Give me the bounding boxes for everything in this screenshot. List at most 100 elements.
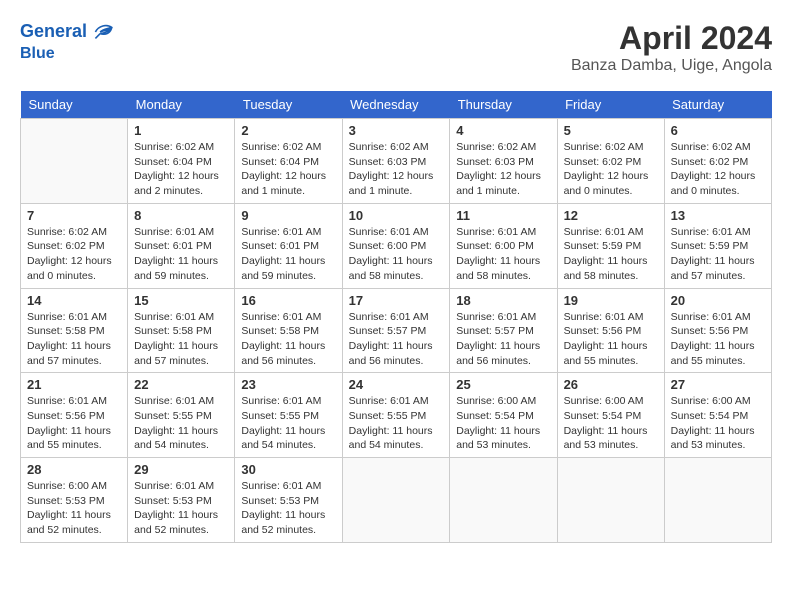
calendar-cell: 16 Sunrise: 6:01 AM Sunset: 5:58 PM Dayli…: [235, 288, 342, 373]
day-info: Sunrise: 6:02 AM Sunset: 6:04 PM Dayligh…: [241, 140, 335, 199]
day-info: Sunrise: 6:01 AM Sunset: 6:01 PM Dayligh…: [134, 225, 228, 284]
logo-text: General: [20, 21, 87, 43]
week-row-4: 21Sunrise: 6:01 AM Sunset: 5:56 PM Dayli…: [21, 373, 772, 458]
day-info: Sunrise: 6:01 AM Sunset: 5:55 PM Dayligh…: [134, 394, 228, 453]
calendar-cell: 17 Sunrise: 6:01 AM Sunset: 5:57 PM Dayli…: [342, 288, 450, 373]
weekday-header-friday: Friday: [557, 91, 664, 119]
week-row-1: 1 Sunrise: 6:02 AM Sunset: 6:04 PM Daylig…: [21, 119, 772, 204]
day-number: 4: [456, 123, 550, 138]
day-info: Sunrise: 6:01 AM Sunset: 5:58 PM Dayligh…: [27, 310, 121, 369]
calendar-cell: 13Sunrise: 6:01 AM Sunset: 5:59 PM Dayli…: [664, 203, 771, 288]
day-number: 27: [671, 377, 765, 392]
calendar-cell: 22 Sunrise: 6:01 AM Sunset: 5:55 PM Dayli…: [128, 373, 235, 458]
day-number: 6: [671, 123, 765, 138]
day-number: 2: [241, 123, 335, 138]
day-number: 15: [134, 293, 228, 308]
day-info: Sunrise: 6:02 AM Sunset: 6:02 PM Dayligh…: [671, 140, 765, 199]
logo-bird-icon: [89, 20, 113, 44]
calendar-cell: 28 Sunrise: 6:00 AM Sunset: 5:53 PM Dayli…: [21, 458, 128, 543]
day-info: Sunrise: 6:01 AM Sunset: 5:56 PM Dayligh…: [671, 310, 765, 369]
calendar-cell: 30Sunrise: 6:01 AM Sunset: 5:53 PM Dayli…: [235, 458, 342, 543]
day-info: Sunrise: 6:02 AM Sunset: 6:03 PM Dayligh…: [456, 140, 550, 199]
day-info: Sunrise: 6:02 AM Sunset: 6:02 PM Dayligh…: [564, 140, 658, 199]
calendar-cell: 5 Sunrise: 6:02 AM Sunset: 6:02 PM Daylig…: [557, 119, 664, 204]
calendar-cell: [21, 119, 128, 204]
calendar-cell: 15 Sunrise: 6:01 AM Sunset: 5:58 PM Dayli…: [128, 288, 235, 373]
day-info: Sunrise: 6:01 AM Sunset: 5:55 PM Dayligh…: [349, 394, 444, 453]
day-info: Sunrise: 6:00 AM Sunset: 5:54 PM Dayligh…: [671, 394, 765, 453]
page-header: General Blue April 2024 Banza Damba, Uig…: [20, 20, 772, 75]
day-number: 21: [27, 377, 121, 392]
day-number: 30: [241, 462, 335, 477]
week-row-3: 14 Sunrise: 6:01 AM Sunset: 5:58 PM Dayli…: [21, 288, 772, 373]
day-number: 3: [349, 123, 444, 138]
month-title: April 2024: [571, 20, 772, 57]
day-number: 19: [564, 293, 658, 308]
calendar-cell: 9 Sunrise: 6:01 AM Sunset: 6:01 PM Daylig…: [235, 203, 342, 288]
day-info: Sunrise: 6:00 AM Sunset: 5:53 PM Dayligh…: [27, 479, 121, 538]
day-number: 20: [671, 293, 765, 308]
day-number: 5: [564, 123, 658, 138]
day-info: Sunrise: 6:01 AM Sunset: 5:58 PM Dayligh…: [134, 310, 228, 369]
day-info: Sunrise: 6:00 AM Sunset: 5:54 PM Dayligh…: [456, 394, 550, 453]
calendar-cell: 20 Sunrise: 6:01 AM Sunset: 5:56 PM Dayli…: [664, 288, 771, 373]
day-info: Sunrise: 6:01 AM Sunset: 5:56 PM Dayligh…: [564, 310, 658, 369]
day-number: 11: [456, 208, 550, 223]
day-info: Sunrise: 6:01 AM Sunset: 5:57 PM Dayligh…: [456, 310, 550, 369]
weekday-header-tuesday: Tuesday: [235, 91, 342, 119]
calendar-table: SundayMondayTuesdayWednesdayThursdayFrid…: [20, 91, 772, 543]
calendar-cell: 11 Sunrise: 6:01 AM Sunset: 6:00 PM Dayli…: [450, 203, 557, 288]
calendar-cell: 25 Sunrise: 6:00 AM Sunset: 5:54 PM Dayli…: [450, 373, 557, 458]
calendar-cell: 10Sunrise: 6:01 AM Sunset: 6:00 PM Dayli…: [342, 203, 450, 288]
day-number: 25: [456, 377, 550, 392]
day-number: 1: [134, 123, 228, 138]
day-info: Sunrise: 6:02 AM Sunset: 6:03 PM Dayligh…: [349, 140, 444, 199]
weekday-header-sunday: Sunday: [21, 91, 128, 119]
day-number: 16: [241, 293, 335, 308]
calendar-cell: [342, 458, 450, 543]
day-number: 23: [241, 377, 335, 392]
location-title: Banza Damba, Uige, Angola: [571, 57, 772, 75]
calendar-cell: 26Sunrise: 6:00 AM Sunset: 5:54 PM Dayli…: [557, 373, 664, 458]
calendar-cell: 7 Sunrise: 6:02 AM Sunset: 6:02 PM Daylig…: [21, 203, 128, 288]
logo-blue-text: Blue: [20, 44, 113, 63]
day-number: 18: [456, 293, 550, 308]
calendar-cell: 21Sunrise: 6:01 AM Sunset: 5:56 PM Dayli…: [21, 373, 128, 458]
week-row-5: 28 Sunrise: 6:00 AM Sunset: 5:53 PM Dayli…: [21, 458, 772, 543]
day-info: Sunrise: 6:01 AM Sunset: 5:53 PM Dayligh…: [134, 479, 228, 538]
day-info: Sunrise: 6:01 AM Sunset: 5:58 PM Dayligh…: [241, 310, 335, 369]
day-number: 8: [134, 208, 228, 223]
logo: General Blue: [20, 20, 113, 63]
calendar-cell: 4 Sunrise: 6:02 AM Sunset: 6:03 PM Daylig…: [450, 119, 557, 204]
calendar-cell: 27 Sunrise: 6:00 AM Sunset: 5:54 PM Dayli…: [664, 373, 771, 458]
calendar-cell: 12Sunrise: 6:01 AM Sunset: 5:59 PM Dayli…: [557, 203, 664, 288]
calendar-cell: [664, 458, 771, 543]
day-number: 22: [134, 377, 228, 392]
day-info: Sunrise: 6:02 AM Sunset: 6:04 PM Dayligh…: [134, 140, 228, 199]
day-number: 12: [564, 208, 658, 223]
day-info: Sunrise: 6:01 AM Sunset: 5:55 PM Dayligh…: [241, 394, 335, 453]
calendar-cell: 19 Sunrise: 6:01 AM Sunset: 5:56 PM Dayli…: [557, 288, 664, 373]
day-number: 17: [349, 293, 444, 308]
day-number: 28: [27, 462, 121, 477]
day-number: 13: [671, 208, 765, 223]
calendar-cell: 18 Sunrise: 6:01 AM Sunset: 5:57 PM Dayli…: [450, 288, 557, 373]
day-number: 9: [241, 208, 335, 223]
day-info: Sunrise: 6:01 AM Sunset: 6:01 PM Dayligh…: [241, 225, 335, 284]
day-number: 14: [27, 293, 121, 308]
week-row-2: 7 Sunrise: 6:02 AM Sunset: 6:02 PM Daylig…: [21, 203, 772, 288]
day-info: Sunrise: 6:01 AM Sunset: 5:57 PM Dayligh…: [349, 310, 444, 369]
day-info: Sunrise: 6:02 AM Sunset: 6:02 PM Dayligh…: [27, 225, 121, 284]
title-block: April 2024 Banza Damba, Uige, Angola: [571, 20, 772, 75]
weekday-header-thursday: Thursday: [450, 91, 557, 119]
calendar-cell: 8 Sunrise: 6:01 AM Sunset: 6:01 PM Daylig…: [128, 203, 235, 288]
day-number: 10: [349, 208, 444, 223]
calendar-cell: [557, 458, 664, 543]
calendar-cell: 3 Sunrise: 6:02 AM Sunset: 6:03 PM Daylig…: [342, 119, 450, 204]
day-number: 24: [349, 377, 444, 392]
calendar-cell: 29Sunrise: 6:01 AM Sunset: 5:53 PM Dayli…: [128, 458, 235, 543]
day-number: 26: [564, 377, 658, 392]
calendar-cell: 24 Sunrise: 6:01 AM Sunset: 5:55 PM Dayli…: [342, 373, 450, 458]
day-number: 7: [27, 208, 121, 223]
day-info: Sunrise: 6:01 AM Sunset: 6:00 PM Dayligh…: [456, 225, 550, 284]
